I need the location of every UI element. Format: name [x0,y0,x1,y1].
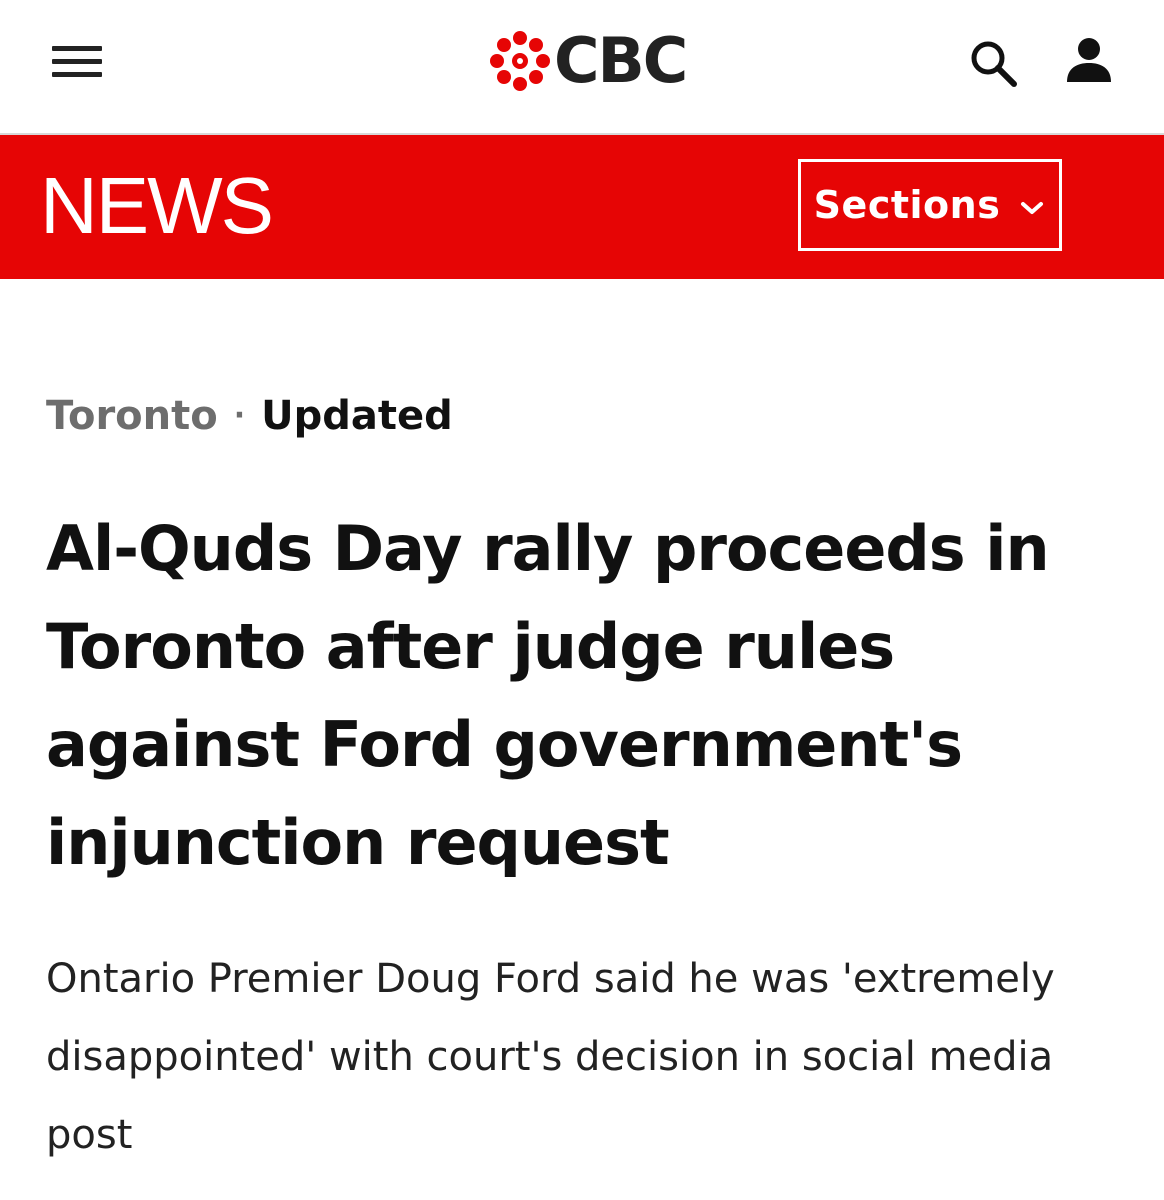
article-headline: Al-Quds Day rally proceeds in Toronto af… [46,512,1050,879]
location-link[interactable]: Toronto [46,393,218,439]
cbc-gem-icon [490,31,550,91]
menu-line [52,59,102,64]
news-section-bar: NEWS Sections [0,135,1164,279]
account-button[interactable] [1062,34,1116,88]
cbc-logo[interactable]: CBC [488,24,688,97]
logo-text: CBC [554,24,688,97]
menu-line [52,72,102,77]
chevron-down-icon [1021,202,1044,214]
search-button[interactable] [966,36,1020,90]
meta-separator: · [233,398,246,433]
sections-button[interactable]: Sections [798,159,1062,251]
search-icon [971,41,1017,87]
menu-line [52,46,102,51]
update-status: Updated [261,393,453,439]
top-navigation-bar: CBC [0,0,1164,135]
sections-label: Sections [813,183,1001,227]
article-deck: Ontario Premier Doug Ford said he was 'e… [46,956,1055,1158]
user-account-icon [1067,38,1111,82]
hamburger-menu-icon[interactable] [52,42,104,82]
article-meta: Toronto · Updated [46,390,453,446]
news-title[interactable]: NEWS [40,161,274,251]
